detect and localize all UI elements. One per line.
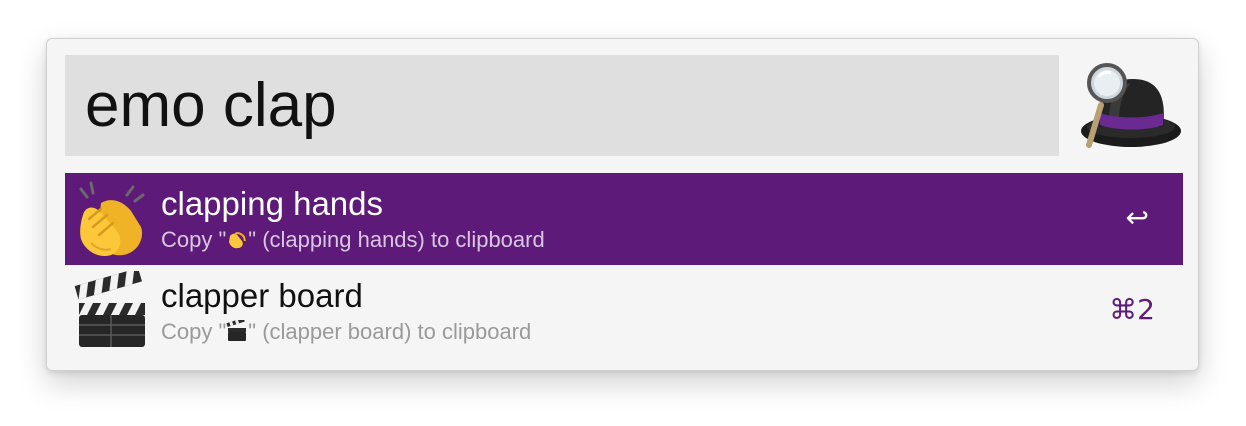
clapping-hands-icon bbox=[71, 179, 153, 259]
return-key-icon: ↩ bbox=[1125, 201, 1149, 234]
keyboard-shortcut: ⌘2 bbox=[1109, 293, 1155, 326]
clapper-board-mini-icon bbox=[226, 317, 248, 342]
result-subtitle: Copy " " (clapper board) to clipboard bbox=[161, 317, 532, 345]
result-item-clapper-board[interactable]: clapper board Copy " " (clapper board) to… bbox=[65, 265, 1183, 357]
clapper-board-icon bbox=[71, 267, 153, 351]
subtitle-prefix: Copy " bbox=[161, 319, 227, 344]
launcher-window: clapping hands Copy " " (clapping hands) … bbox=[46, 38, 1199, 371]
results-list: clapping hands Copy " " (clapping hands) … bbox=[65, 173, 1183, 357]
alfred-hat-icon bbox=[1075, 61, 1183, 153]
subtitle-suffix: " (clapping hands) to clipboard bbox=[248, 227, 545, 252]
clapping-hands-mini-icon bbox=[226, 228, 248, 250]
result-title: clapping hands bbox=[161, 185, 384, 222]
search-field[interactable] bbox=[65, 55, 1059, 156]
subtitle-prefix: Copy " bbox=[161, 227, 227, 252]
result-subtitle: Copy " " (clapping hands) to clipboard bbox=[161, 227, 545, 253]
result-item-clapping-hands[interactable]: clapping hands Copy " " (clapping hands) … bbox=[65, 173, 1183, 265]
result-title: clapper board bbox=[161, 277, 363, 314]
search-input[interactable] bbox=[65, 55, 1059, 156]
subtitle-suffix: " (clapper board) to clipboard bbox=[248, 319, 532, 344]
